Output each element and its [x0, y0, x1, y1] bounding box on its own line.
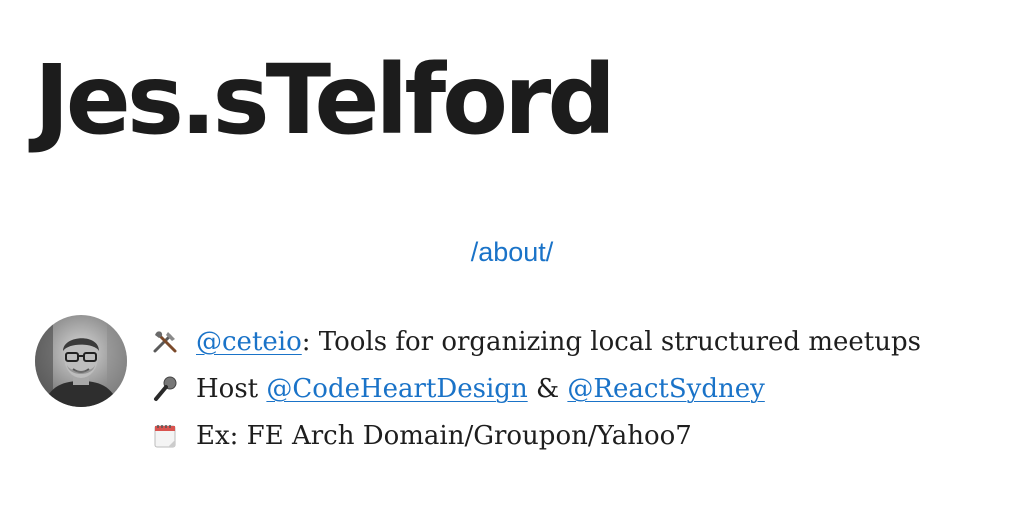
tools-icon [150, 327, 180, 357]
microphone-icon [150, 374, 180, 404]
host-separator: & [527, 373, 568, 404]
ceteio-link[interactable]: @ceteio [196, 327, 302, 357]
bio-list: @ceteio : Tools for organizing local str… [150, 318, 921, 459]
ceteio-description: : Tools for organizing local structured … [301, 326, 921, 357]
reactsydney-link[interactable]: @ReactSydney [567, 374, 764, 404]
host-prefix: Host [196, 373, 267, 404]
codeheartdesign-link[interactable]: @CodeHeartDesign [266, 374, 527, 404]
bio-line-host: Host @CodeHeartDesign & @ReactSydney [150, 365, 921, 412]
avatar-photo [35, 315, 127, 407]
bio-line-former: Ex: FE Arch Domain/Groupon/Yahoo7 [150, 412, 921, 459]
avatar [35, 315, 127, 407]
former-roles-text: Ex: FE Arch Domain/Groupon/Yahoo7 [196, 420, 692, 451]
calendar-icon [150, 421, 180, 451]
site-title: Jes.sTelford [34, 44, 616, 156]
about-link[interactable]: /about/ [0, 234, 1024, 270]
bio-line-tools: @ceteio : Tools for organizing local str… [150, 318, 921, 365]
